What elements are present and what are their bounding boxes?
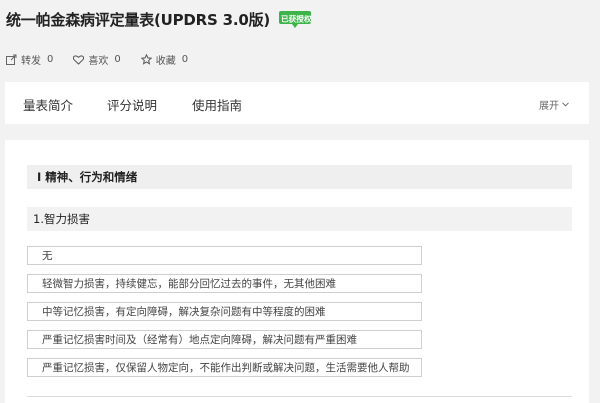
- like-label: 喜欢: [88, 56, 109, 67]
- section-heading: Ⅰ 精神、行为和情绪: [27, 165, 572, 189]
- answer-option[interactable]: 严重记忆损害时间及（经常有）地点定向障碍，解决问题有严重困难: [27, 330, 422, 349]
- answer-option[interactable]: 中等记忆损害，有定向障碍，解决复杂问题有中等程度的困难: [27, 302, 422, 321]
- share-count: 0: [47, 54, 54, 65]
- chevron-down-icon: [562, 102, 569, 107]
- divider: [27, 396, 572, 397]
- page-title: 统一帕金森病评定量表(UPDRS 3.0版): [6, 10, 271, 29]
- question-title: 1.智力损害: [27, 207, 572, 231]
- title-row: 统一帕金森病评定量表(UPDRS 3.0版) 已获授权: [6, 6, 312, 32]
- like-count: 0: [114, 54, 121, 65]
- expand-toggle[interactable]: 展开: [539, 97, 569, 112]
- answer-option[interactable]: 无: [27, 246, 422, 265]
- tab-scale-intro[interactable]: 量表简介: [23, 95, 73, 114]
- expand-label: 展开: [539, 101, 559, 112]
- favorite-count: 0: [181, 54, 189, 65]
- authorized-badge: 已获授权: [278, 9, 312, 29]
- like-button[interactable]: 喜欢 0: [73, 52, 121, 67]
- share-button[interactable]: 转发 0: [6, 52, 53, 67]
- heart-icon: [73, 54, 85, 65]
- share-label: 转发: [21, 56, 41, 67]
- action-bar: 转发 0 喜欢 0 收藏 0: [6, 52, 208, 67]
- tab-scoring-instructions[interactable]: 评分说明: [107, 95, 157, 114]
- tab-usage-guide[interactable]: 使用指南: [192, 95, 242, 114]
- answer-option[interactable]: 轻微智力损害，持续健忘，能部分回忆过去的事件，无其他困难: [27, 274, 422, 293]
- answer-option[interactable]: 严重记忆损害，仅保留人物定向，不能作出判断或解决问题，生活需要他人帮助: [27, 358, 422, 377]
- authorized-badge-label: 已获授权: [281, 15, 312, 25]
- favorite-label: 收藏: [155, 56, 176, 67]
- favorite-button[interactable]: 收藏 0: [140, 52, 189, 67]
- share-icon: [6, 54, 17, 65]
- tab-bar: 量表简介 评分说明 使用指南 展开: [5, 82, 589, 124]
- star-icon: [140, 54, 152, 65]
- scale-content: Ⅰ 精神、行为和情绪 1.智力损害 无 轻微智力损害，持续健忘，能部分回忆过去的…: [5, 140, 589, 403]
